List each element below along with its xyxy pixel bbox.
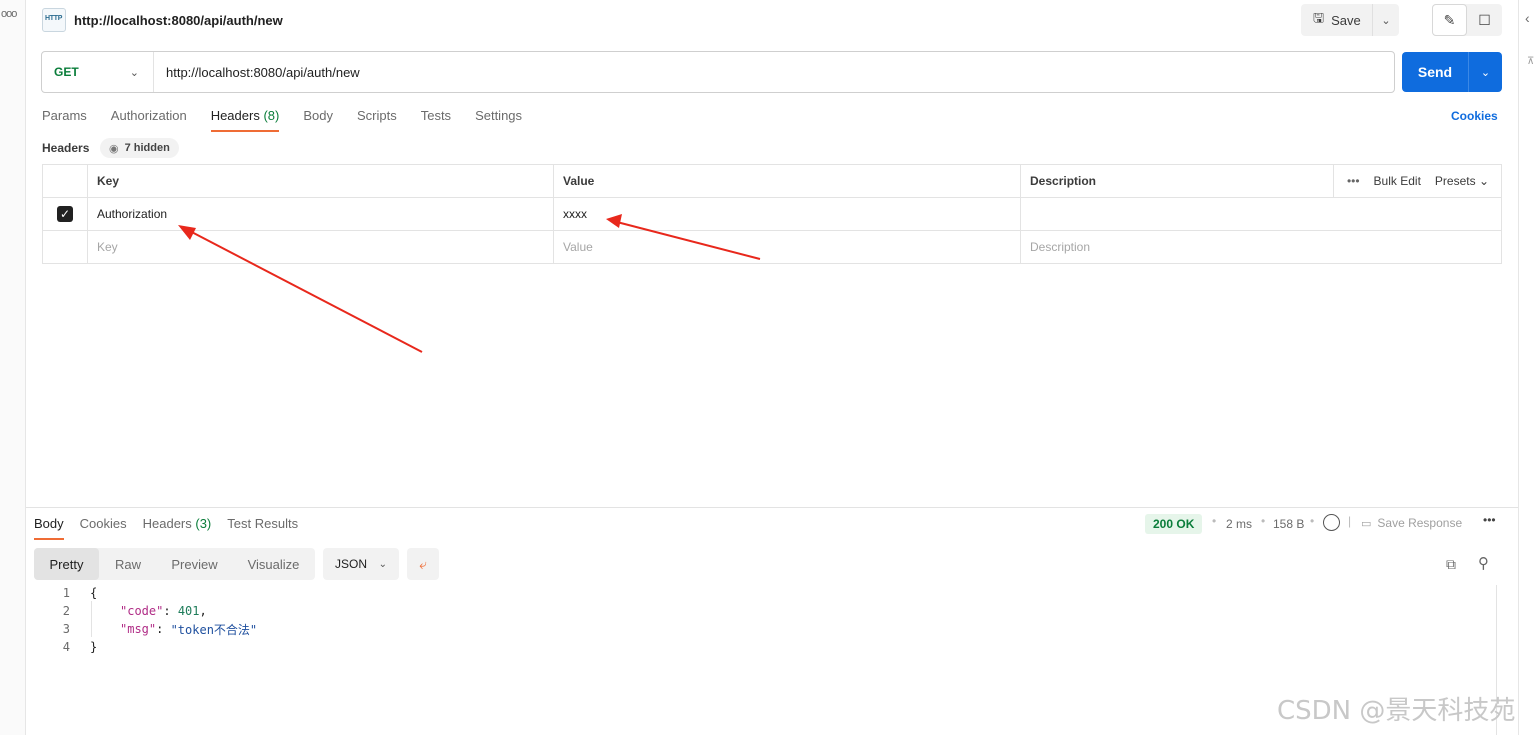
right-sidebar-rail: ‹ ⊼ bbox=[1518, 0, 1540, 735]
url-bar: GET ⌄ http://localhost:8080/api/auth/new bbox=[41, 51, 1395, 93]
code-line: 1{ bbox=[62, 586, 98, 600]
search-icon[interactable]: ⚲ bbox=[1478, 554, 1489, 572]
response-divider bbox=[26, 507, 1518, 508]
tab-settings[interactable]: Settings bbox=[475, 108, 522, 132]
bulk-edit-button[interactable]: Bulk Edit bbox=[1374, 174, 1421, 188]
eye-icon: ◉ bbox=[109, 142, 119, 155]
comment-icon[interactable]: ☐ bbox=[1467, 4, 1502, 36]
header-value-field[interactable]: xxxx bbox=[554, 198, 1021, 230]
response-tab-cookies[interactable]: Cookies bbox=[80, 516, 127, 540]
save-response-button[interactable]: ▭ Save Response bbox=[1361, 516, 1462, 530]
request-title[interactable]: http://localhost:8080/api/auth/new bbox=[74, 13, 283, 28]
headers-section-label: Headers bbox=[42, 141, 90, 155]
request-title-bar: HTTP http://localhost:8080/api/auth/new … bbox=[42, 4, 1502, 36]
wrap-lines-icon[interactable]: ⤶ bbox=[407, 548, 439, 580]
table-actions: ••• Bulk Edit Presets ⌄ bbox=[1334, 165, 1501, 197]
response-tab-test-results[interactable]: Test Results bbox=[227, 516, 298, 540]
send-button[interactable]: Send bbox=[1402, 52, 1469, 92]
tab-params[interactable]: Params bbox=[42, 108, 87, 132]
chevron-left-icon[interactable]: ‹ bbox=[1525, 10, 1530, 26]
table-row: ✓ Authorization xxxx bbox=[43, 198, 1501, 231]
headers-table: Key Value Description ••• Bulk Edit Pres… bbox=[42, 164, 1502, 264]
header-enabled-checkbox[interactable]: ✓ bbox=[57, 206, 73, 222]
more-horizontal-icon[interactable]: ••• bbox=[1347, 174, 1360, 188]
view-visualize[interactable]: Visualize bbox=[232, 548, 315, 580]
separator-dot: • bbox=[1310, 514, 1315, 528]
table-row-new: Key Value Description bbox=[43, 231, 1501, 263]
column-key: Key bbox=[88, 165, 554, 197]
save-button-group[interactable]: 🖫 Save ⌄ bbox=[1301, 4, 1399, 36]
watermark: CSDN @景天科技苑 bbox=[1277, 696, 1516, 726]
status-badge[interactable]: 200 OK bbox=[1145, 514, 1203, 534]
new-value-input[interactable]: Value bbox=[554, 231, 1021, 263]
save-button[interactable]: 🖫 Save bbox=[1301, 4, 1373, 36]
view-preview[interactable]: Preview bbox=[157, 548, 232, 580]
view-pretty[interactable]: Pretty bbox=[34, 548, 99, 580]
left-sidebar-rail: ooo bbox=[0, 0, 26, 735]
tab-tests[interactable]: Tests bbox=[421, 108, 451, 132]
code-line: 3 "msg": "token不合法" bbox=[62, 622, 258, 637]
tab-authorization[interactable]: Authorization bbox=[111, 108, 187, 132]
table-header-row: Key Value Description ••• Bulk Edit Pres… bbox=[43, 165, 1501, 198]
new-key-input[interactable]: Key bbox=[88, 231, 554, 263]
copy-icon[interactable]: ⧉ bbox=[1446, 556, 1456, 573]
response-tab-body[interactable]: Body bbox=[34, 516, 64, 540]
chevron-down-icon: ⌄ bbox=[1478, 174, 1489, 188]
http-request-icon: HTTP bbox=[42, 8, 66, 32]
new-description-input[interactable]: Description bbox=[1021, 231, 1501, 263]
response-tab-headers[interactable]: Headers (3) bbox=[143, 516, 212, 540]
column-value: Value bbox=[554, 165, 1021, 197]
view-raw[interactable]: Raw bbox=[99, 548, 157, 580]
chevron-down-icon: ⌄ bbox=[378, 558, 387, 570]
response-size[interactable]: 158 B bbox=[1273, 517, 1304, 531]
hidden-headers-toggle[interactable]: ◉ 7 hidden bbox=[100, 138, 179, 158]
header-description-field[interactable] bbox=[1021, 198, 1501, 230]
separator-dot: • bbox=[1212, 514, 1217, 528]
format-select[interactable]: JSON ⌄ bbox=[323, 548, 399, 580]
context-icon[interactable]: ⊼ bbox=[1527, 56, 1534, 67]
code-line: 4} bbox=[62, 640, 98, 654]
presets-dropdown[interactable]: Presets ⌄ bbox=[1435, 174, 1489, 188]
response-tabs: Body Cookies Headers (3) Test Results bbox=[34, 516, 314, 540]
pencil-icon[interactable]: ✎ bbox=[1432, 4, 1467, 36]
cookies-link[interactable]: Cookies bbox=[1451, 109, 1498, 123]
tab-headers[interactable]: Headers (8) bbox=[210, 108, 280, 132]
more-options-icon[interactable]: ooo bbox=[1, 8, 17, 20]
column-description: Description bbox=[1021, 165, 1334, 197]
request-tabs: Params Authorization Headers (8) Body Sc… bbox=[42, 108, 546, 132]
method-select[interactable]: GET ⌄ bbox=[42, 52, 154, 92]
save-response-icon: ▭ bbox=[1361, 518, 1372, 530]
separator-dot: • bbox=[1261, 514, 1266, 528]
header-key-field[interactable]: Authorization bbox=[88, 198, 554, 230]
chevron-down-icon: ⌄ bbox=[129, 66, 139, 79]
more-horizontal-icon[interactable]: ••• bbox=[1483, 513, 1496, 527]
url-input[interactable]: http://localhost:8080/api/auth/new bbox=[154, 65, 360, 80]
floppy-disk-icon: 🖫 bbox=[1313, 10, 1325, 25]
send-options-chevron-icon[interactable]: ⌄ bbox=[1469, 52, 1502, 92]
tab-body[interactable]: Body bbox=[303, 108, 333, 132]
response-view-toggle: Pretty Raw Preview Visualize bbox=[34, 548, 315, 580]
response-body-code[interactable]: 1{ 2 "code": 401, 3 "msg": "token不合法" 4} bbox=[40, 584, 257, 656]
send-button-group[interactable]: Send ⌄ bbox=[1402, 52, 1502, 92]
code-line: 2 "code": 401, bbox=[62, 604, 207, 618]
response-time[interactable]: 2 ms bbox=[1226, 517, 1252, 531]
separator-bar: | bbox=[1348, 514, 1352, 528]
view-toggle-group: ✎ ☐ bbox=[1432, 4, 1502, 36]
tab-scripts[interactable]: Scripts bbox=[357, 108, 397, 132]
globe-icon[interactable] bbox=[1323, 514, 1340, 531]
save-options-chevron-icon[interactable]: ⌄ bbox=[1373, 14, 1399, 27]
